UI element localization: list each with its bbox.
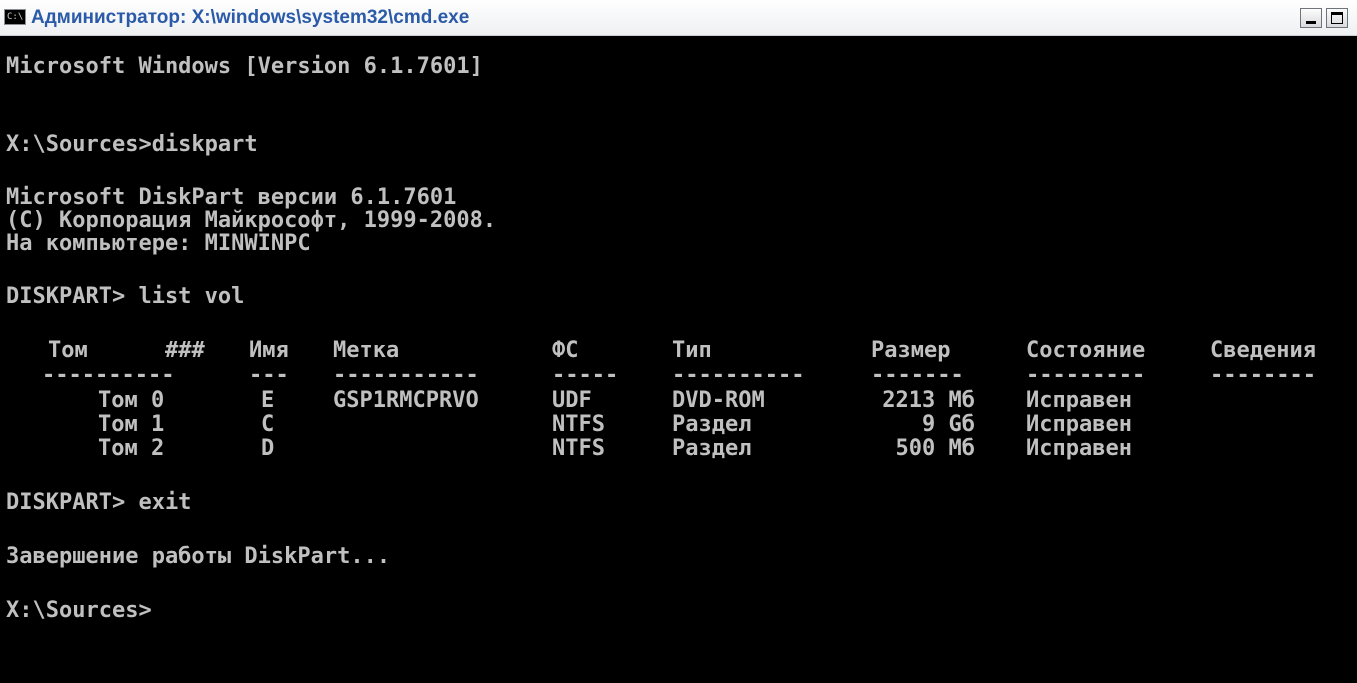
volume-letter: E [261, 388, 275, 413]
volume-row: Том 2 D NTFS Раздел 500 Мб Исправен [6, 436, 1351, 462]
volume-type: Раздел [672, 412, 752, 437]
volume-status: Исправен [1026, 412, 1132, 437]
column-header-size: Размер [871, 338, 951, 363]
column-header-fs: ФС [552, 338, 579, 363]
column-header-number: ### [165, 338, 205, 363]
maximize-button[interactable] [1326, 8, 1348, 28]
separator-info: -------- [1210, 363, 1316, 388]
separator-size: ------- [871, 363, 964, 388]
separator-volume: ---------- [42, 363, 175, 388]
console-current-prompt[interactable]: X:\Sources> [6, 598, 152, 624]
console-line-prompt-diskpart: X:\Sources>diskpart [6, 132, 258, 157]
volume-table-separator: ---------- --- ----------- ----- -------… [6, 363, 1351, 389]
window-title: Администратор: X:\windows\system32\cmd.e… [31, 7, 470, 28]
volume-status: Исправен [1026, 388, 1132, 413]
volume-size: 500 Мб [895, 436, 975, 461]
column-header-status: Состояние [1026, 338, 1146, 363]
minimize-icon [1306, 21, 1316, 24]
volume-table-header: Том ### Имя Метка ФС Тип Размер Состояни… [6, 338, 1351, 364]
maximize-icon [1331, 12, 1343, 24]
volume-letter: C [261, 412, 275, 437]
console-output[interactable]: Microsoft Windows [Version 6.1.7601] X:\… [0, 36, 1357, 683]
column-header-type: Тип [672, 338, 712, 363]
title-bar[interactable]: C:\ Администратор: X:\windows\system32\c… [0, 0, 1357, 36]
minimize-button[interactable] [1300, 8, 1322, 28]
console-line-list-vol: DISKPART> list vol [6, 284, 245, 309]
column-header-volume: Том [48, 338, 88, 363]
volume-fs: UDF [552, 388, 592, 413]
volume-fs: NTFS [552, 436, 605, 461]
column-header-label: Метка [333, 338, 400, 363]
volume-fs: NTFS [552, 412, 605, 437]
console-line-version: Microsoft Windows [Version 6.1.7601] [6, 54, 483, 79]
volume-status: Исправен [1026, 436, 1132, 461]
volume-name: Том 1 [98, 412, 165, 437]
column-header-letter: Имя [249, 338, 289, 363]
console-line-exit: DISKPART> exit [6, 490, 192, 515]
cmd-window: C:\ Администратор: X:\windows\system32\c… [0, 0, 1357, 683]
separator-status: --------- [1026, 363, 1146, 388]
console-line-computer: На компьютере: MINWINPC [6, 231, 311, 256]
volume-name: Том 0 [98, 388, 165, 413]
volume-row: Том 1 C NTFS Раздел 9 Gб Исправен [6, 412, 1351, 438]
volume-size: 2213 Мб [882, 388, 975, 413]
volume-name: Том 2 [98, 436, 165, 461]
volume-type: Раздел [672, 436, 752, 461]
volume-size: 9 Gб [922, 412, 975, 437]
volume-label: GSP1RMCPRVO [333, 388, 479, 413]
volume-type: DVD-ROM [672, 388, 765, 413]
separator-letter: --- [249, 363, 289, 388]
separator-fs: ----- [552, 363, 619, 388]
volume-letter: D [261, 436, 275, 461]
separator-label: ----------- [333, 363, 479, 388]
console-line-exit-message: Завершение работы DiskPart... [6, 544, 391, 569]
volume-row: Том 0 E GSP1RMCPRVO UDF DVD-ROM 2213 Мб … [6, 388, 1351, 414]
separator-type: ---------- [672, 363, 805, 388]
cmd-icon[interactable]: C:\ [4, 9, 26, 25]
column-header-info: Сведения [1210, 338, 1316, 363]
